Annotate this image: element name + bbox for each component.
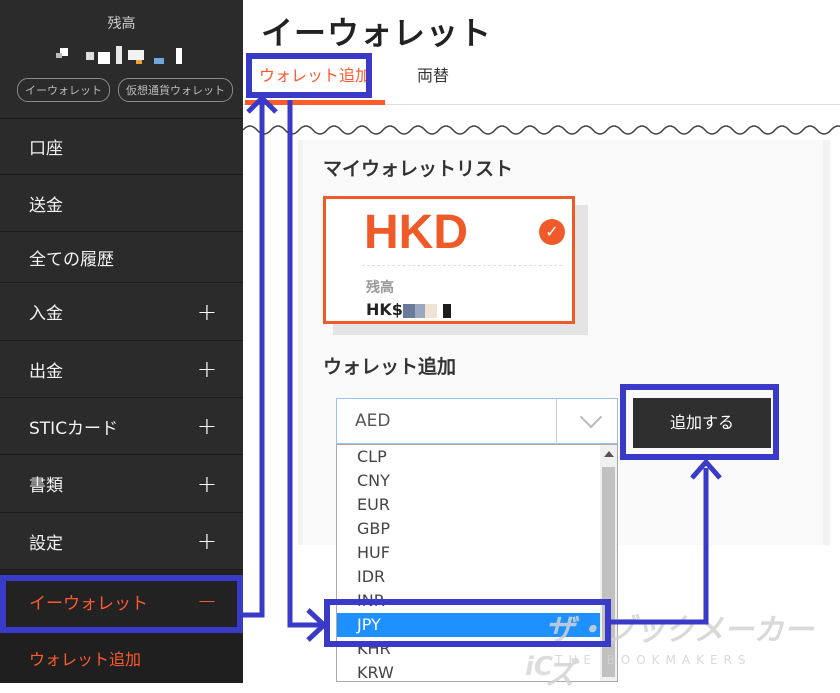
sidebar-item-label: 書類 xyxy=(29,476,63,496)
plus-icon[interactable]: + xyxy=(197,527,217,555)
sidebar-item-withdraw[interactable]: 出金 + xyxy=(0,341,243,398)
balance-label: 残高 xyxy=(107,16,136,32)
sidebar-item-transfer[interactable]: 送金 xyxy=(0,175,243,232)
sidebar-item-deposit[interactable]: 入金 + xyxy=(0,283,243,341)
wallet-card-hkd[interactable]: HKD ✓ 残高 HK$ xyxy=(323,196,575,324)
sidebar-item-stic-card[interactable]: STICカード + xyxy=(0,398,243,455)
sidebar-item-settings[interactable]: 設定 + xyxy=(0,513,243,570)
crypto-wallet-pill[interactable]: 仮想通貨ウォレット xyxy=(118,78,233,102)
currency-option[interactable]: IDR xyxy=(337,565,617,589)
currency-option[interactable]: EUR xyxy=(337,493,617,517)
add-wallet-button[interactable]: 追加する xyxy=(633,398,771,448)
check-icon: ✓ xyxy=(539,219,565,245)
currency-option[interactable]: CNY xyxy=(337,469,617,493)
balance-block: 残高 イーウォレット 仮想通貨ウォレット xyxy=(0,0,243,119)
sidebar-item-label: 全ての履歴 xyxy=(29,249,114,270)
balance-prefix: HK$ xyxy=(366,300,403,319)
sidebar-item-account[interactable]: 口座 xyxy=(0,119,243,175)
sidebar-item-history[interactable]: 全ての履歴 xyxy=(0,232,243,283)
main-content: イーウォレット ウォレット追加 両替 マイウォレットリスト HKD ✓ 残高 H… xyxy=(243,0,840,682)
currency-select[interactable]: AED xyxy=(336,398,618,444)
sidebar-item-label: 送金 xyxy=(29,195,63,216)
minus-icon[interactable]: − xyxy=(197,587,217,615)
watermark-sub: THE BOOKMAKERS xyxy=(555,653,752,667)
sidebar-item-label: イーウォレット xyxy=(29,593,148,614)
tab-exchange[interactable]: 両替 xyxy=(403,64,463,100)
currency-select-value: AED xyxy=(355,411,391,431)
plus-icon[interactable]: + xyxy=(197,412,217,440)
plus-icon[interactable]: + xyxy=(197,298,217,326)
sidebar-item-label: STICカード xyxy=(29,418,119,439)
card-divider xyxy=(362,265,562,266)
sidebar-item-label: 入金 xyxy=(29,304,63,324)
wallet-balance: HK$ xyxy=(366,300,451,319)
currency-option[interactable]: CLP xyxy=(337,445,617,469)
sidebar-item-documents[interactable]: 書類 + xyxy=(0,455,243,513)
watermark: ザ・ブックメーカーズ xyxy=(545,613,814,692)
sidebar-item-label: 設定 xyxy=(29,533,63,554)
add-wallet-title: ウォレット追加 xyxy=(323,356,457,378)
select-separator xyxy=(556,399,557,443)
sidebar: 残高 イーウォレット 仮想通貨ウォレット 口座 送金 全ての履歴 入金 + 出金 +… xyxy=(0,0,243,683)
balance-masked-value xyxy=(56,44,196,66)
sidebar-item-label: 出金 xyxy=(29,361,63,382)
plus-icon[interactable]: + xyxy=(197,355,217,383)
masked-amount xyxy=(402,303,451,318)
tab-bar: ウォレット追加 両替 xyxy=(243,60,840,105)
wallet-currency-code: HKD xyxy=(364,206,468,259)
wallet-balance-label: 残高 xyxy=(366,280,394,296)
page-title: イーウォレット xyxy=(261,14,493,52)
currency-option[interactable]: GBP xyxy=(337,517,617,541)
plus-icon[interactable]: + xyxy=(197,470,217,498)
chevron-down-icon[interactable] xyxy=(579,405,603,429)
e-wallet-pill[interactable]: イーウォレット xyxy=(17,78,110,102)
my-wallet-list-title: マイウォレットリスト xyxy=(323,158,514,180)
sidebar-subitem-add-wallet[interactable]: ウォレット追加 xyxy=(0,633,243,683)
scroll-up-icon[interactable] xyxy=(604,451,614,457)
tab-add-wallet[interactable]: ウォレット追加 xyxy=(245,64,386,105)
currency-option[interactable]: HUF xyxy=(337,541,617,565)
sidebar-item-e-wallet[interactable]: イーウォレット − xyxy=(0,570,243,633)
sidebar-item-label: 口座 xyxy=(29,139,63,159)
